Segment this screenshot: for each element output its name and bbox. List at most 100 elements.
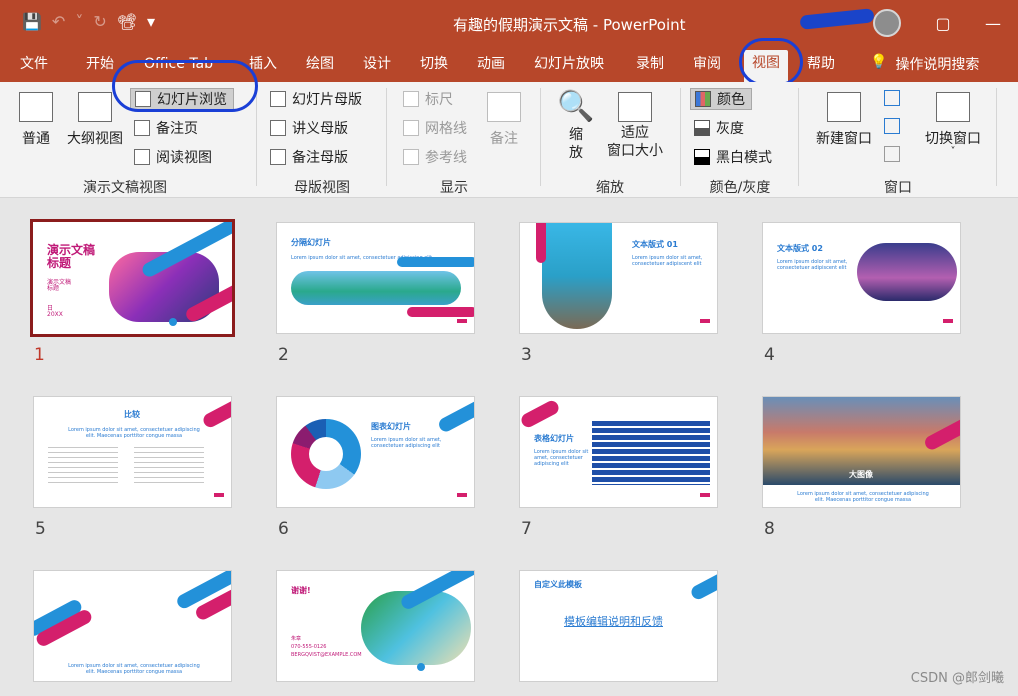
fit-window-label: 适应 窗口大小 [607, 125, 663, 159]
text-lines [48, 447, 118, 487]
table-graphic [592, 421, 710, 485]
normal-view-label: 普通 [22, 131, 50, 147]
slide-thumbnail[interactable]: 表格幻灯片 Lorem ipsum dolor sit amet, consec… [519, 396, 718, 508]
notes-button[interactable]: 备注 [484, 92, 524, 148]
tab-animations[interactable]: 动画 [477, 54, 505, 76]
handout-master-label: 讲义母版 [292, 121, 348, 137]
outline-view-label: 大纲视图 [67, 131, 123, 147]
color-button[interactable]: 颜色 [690, 88, 752, 110]
arrange-all-icon[interactable] [884, 90, 900, 106]
slide-master-button[interactable]: 幻灯片母版 [270, 88, 362, 110]
notes-page-icon [134, 120, 150, 136]
decor-shape [457, 493, 467, 497]
slide-number: 6 [278, 519, 289, 539]
notes-master-button[interactable]: 备注母版 [270, 146, 348, 168]
tab-help[interactable]: 帮助 [807, 54, 835, 76]
tab-draw[interactable]: 绘图 [306, 54, 334, 76]
tab-transitions[interactable]: 切换 [420, 54, 448, 76]
notes-page-button[interactable]: 备注页 [134, 117, 198, 139]
guides-checkbox[interactable]: 参考线 [403, 146, 467, 168]
donut-hole [309, 437, 343, 471]
undo-dropdown-icon[interactable]: ˅ [75, 12, 83, 32]
tab-review[interactable]: 审阅 [693, 54, 721, 76]
annotation-circle-slide-sorter [112, 60, 258, 112]
slide-title: 谢谢! [291, 586, 311, 595]
separator [540, 88, 541, 186]
redo-icon[interactable]: ↻ [93, 12, 106, 32]
group-label-zoom: 缩放 [596, 180, 624, 196]
slide-thumbnail[interactable]: 演示文稿 标题 演示文稿 标题 日 20XX [30, 219, 235, 337]
new-window-button[interactable]: 新建窗口 [812, 92, 876, 148]
normal-view-button[interactable]: 普通 [16, 92, 56, 148]
slide-thumbnail[interactable]: 图表幻灯片 Lorem ipsum dolor sit amet, consec… [276, 396, 475, 508]
powerpoint-window: 💾 ↶ ˅ ↻ 📽 ▾ 有趣的假期演示文稿 - PowerPoint ▢ — 文… [0, 0, 1018, 696]
zoom-label: 缩 放 [569, 127, 583, 161]
slide-number: 5 [35, 519, 46, 539]
cascade-icon[interactable] [884, 118, 900, 134]
group-label-window: 窗口 [884, 180, 912, 196]
slide-title: 大图像 [849, 470, 873, 479]
notes-label: 备注 [490, 131, 518, 147]
ruler-checkbox[interactable]: 标尺 [403, 88, 453, 110]
tab-home[interactable]: 开始 [86, 54, 114, 76]
slide-thumbnail[interactable]: 比较 Lorem ipsum dolor sit amet, consectet… [33, 396, 232, 508]
handout-master-icon [270, 120, 286, 136]
switch-window-button[interactable]: 切换窗口 ˅ [920, 92, 986, 157]
gridlines-checkbox[interactable]: 网格线 [403, 117, 467, 139]
move-split-icon[interactable] [884, 146, 900, 162]
customize-icon[interactable]: ▾ [147, 12, 155, 32]
slide-thumbnail[interactable]: 自定义此模板 模板编辑说明和反馈 [519, 570, 718, 682]
decor-shape [417, 663, 425, 671]
tab-design[interactable]: 设计 [363, 54, 391, 76]
grayscale-label: 灰度 [716, 121, 744, 137]
handout-master-button[interactable]: 讲义母版 [270, 117, 348, 139]
reading-view-button[interactable]: 阅读视图 [134, 146, 212, 168]
slide-thumbnail[interactable]: 大图像 Lorem ipsum dolor sit amet, consecte… [762, 396, 961, 508]
checkbox-icon [403, 91, 419, 107]
slide-link[interactable]: 模板编辑说明和反馈 [564, 613, 663, 629]
decor-shape [700, 493, 710, 497]
grayscale-icon [694, 120, 710, 136]
tab-file[interactable]: 文件 [20, 54, 48, 76]
avatar[interactable] [873, 9, 901, 37]
fit-window-icon [618, 92, 652, 122]
slide-title: 演示文稿 标题 [47, 243, 96, 270]
ribbon-display-icon[interactable]: ▢ [918, 0, 968, 46]
tell-me-label: 操作说明搜索 [895, 57, 980, 73]
decor-shape [943, 319, 953, 323]
present-icon[interactable]: 📽 [117, 12, 137, 32]
slide-text: 朱章 070-555-0126 BERGQVIST@EXAMPLE.COM [291, 636, 362, 658]
slide-text: Lorem ipsum dolor sit amet, consectetuer… [371, 437, 442, 449]
tell-me-search[interactable]: 💡 操作说明搜索 [870, 54, 979, 74]
slide-title: 文本版式 02 [777, 244, 823, 253]
checkbox-icon [403, 149, 419, 165]
slide-thumbnail[interactable]: 谢谢! 朱章 070-555-0126 BERGQVIST@EXAMPLE.CO… [276, 570, 475, 682]
grayscale-button[interactable]: 灰度 [694, 117, 744, 139]
zoom-button[interactable]: 🔍 缩 放 [556, 90, 596, 162]
slide-number: 7 [521, 519, 532, 539]
decor-shape [201, 398, 231, 430]
slide-text: Lorem ipsum dolor sit amet, consectetuer… [68, 427, 200, 439]
slide-sorter-pane: 演示文稿 标题 演示文稿 标题 日 20XX 1 分隔幻灯片 Lorem ips… [0, 199, 1018, 696]
black-white-button[interactable]: 黑白模式 [694, 146, 772, 168]
slide-thumbnail[interactable]: 文本版式 02 Lorem ipsum dolor sit amet, cons… [762, 222, 961, 334]
tab-slideshow[interactable]: 幻灯片放映 [534, 54, 604, 76]
slide-thumbnail[interactable]: 分隔幻灯片 Lorem ipsum dolor sit amet, consec… [276, 222, 475, 334]
slide-number: 1 [34, 345, 45, 365]
undo-icon[interactable]: ↶ [52, 12, 65, 32]
slide-text: Lorem ipsum dolor sit amet, consectetuer… [632, 255, 703, 267]
separator [798, 88, 799, 186]
slide-title: 自定义此模板 [534, 580, 582, 589]
fit-to-window-button[interactable]: 适应 窗口大小 [602, 92, 668, 160]
group-label-master-views: 母版视图 [294, 180, 350, 196]
slide-thumbnail[interactable]: Lorem ipsum dolor sit amet, consectetuer… [33, 570, 232, 682]
minimize-icon[interactable]: — [968, 0, 1018, 46]
slide-thumbnail[interactable]: 文本版式 01 Lorem ipsum dolor sit amet, cons… [519, 222, 718, 334]
decor-shape [536, 223, 546, 263]
notes-master-icon [270, 149, 286, 165]
decor-shape [169, 318, 177, 326]
save-icon[interactable]: 💾 [22, 12, 42, 32]
annotation-scribble [799, 8, 875, 30]
tab-record[interactable]: 录制 [636, 54, 664, 76]
slide-image [857, 243, 957, 301]
